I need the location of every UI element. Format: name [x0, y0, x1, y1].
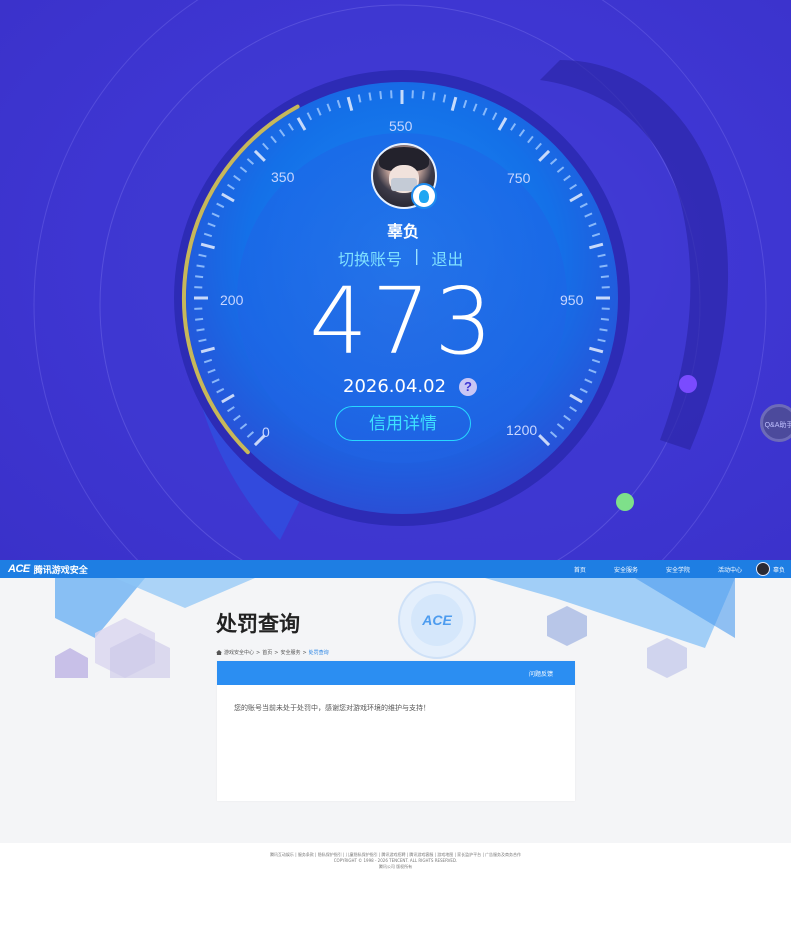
- gauge-tick-mark: [432, 92, 436, 101]
- svg-text:ACE: ACE: [421, 612, 452, 628]
- footer-company: 腾讯公司 版权所有: [378, 864, 413, 869]
- home-icon: [216, 650, 222, 655]
- nav-activity-center[interactable]: 活动中心: [718, 565, 742, 574]
- nav-user-name: 辜负: [772, 567, 785, 574]
- gauge-tick-mark: [421, 91, 425, 100]
- breadcrumb-item[interactable]: 游戏安全中心: [224, 649, 254, 656]
- card-header: 问题反馈: [217, 661, 575, 685]
- separator: |: [414, 246, 420, 265]
- breadcrumb-sep: >: [274, 649, 279, 656]
- breadcrumb-item[interactable]: 首页: [262, 649, 272, 656]
- score-date: 2026.04.02: [343, 376, 447, 397]
- gauge-tick-550: 550: [389, 118, 413, 134]
- qq-icon: [413, 185, 435, 207]
- result-card: 问题反馈 您的账号当前未处于处罚中，感谢您对游戏环境的维护与支持！: [217, 661, 575, 801]
- penalty-status-message: 您的账号当前未处于处罚中，感谢您对游戏环境的维护与支持！: [234, 704, 430, 712]
- logo-text: 腾讯游戏安全: [33, 565, 88, 576]
- credit-detail-button[interactable]: 信用详情: [335, 406, 471, 441]
- gauge-tick-mark: [599, 264, 608, 268]
- penalty-query-page: ACE 处罚查询 游戏安全中心 > 首页 > 安全服务 > 处罚查询 问题反馈 …: [0, 578, 791, 843]
- switch-account-link[interactable]: 切换账号: [338, 246, 402, 270]
- breadcrumb: 游戏安全中心 > 首页 > 安全服务 > 处罚查询: [216, 649, 329, 656]
- breadcrumb-sep: >: [302, 649, 307, 656]
- breadcrumb-current: 处罚查询: [308, 650, 329, 656]
- nav-security-service[interactable]: 安全服务: [614, 565, 638, 574]
- nav-home[interactable]: 首页: [574, 565, 586, 574]
- feedback-link[interactable]: 问题反馈: [529, 669, 553, 678]
- nav-user[interactable]: 辜负: [755, 562, 785, 576]
- top-nav-bar: ACE 腾讯游戏安全 首页 安全服务 安全学院 活动中心 辜负: [0, 560, 791, 578]
- user-avatar-icon: [755, 562, 770, 576]
- help-icon[interactable]: ?: [459, 378, 477, 396]
- site-logo[interactable]: ACE 腾讯游戏安全: [8, 562, 88, 576]
- breadcrumb-item[interactable]: 安全服务: [280, 649, 300, 656]
- gauge-tick-0: 0: [262, 424, 270, 440]
- credit-score-panel: 0 200 350 550 750 950 1200 辜负 切换账号 | 退出 …: [0, 0, 791, 560]
- gauge-tick-mark: [379, 91, 383, 100]
- assistant-badge[interactable]: Q&A助手: [760, 404, 791, 442]
- gauge-tick-1200: 1200: [506, 422, 538, 438]
- ace-logo-mark: ACE: [8, 563, 30, 575]
- account-actions: 切换账号 | 退出: [338, 246, 463, 270]
- gauge-tick-mark: [196, 264, 205, 268]
- nickname: 辜负: [386, 222, 419, 241]
- footer: 腾讯互动娱乐 | 服务条款 | 隐私保护指引 | 儿童隐私保护指引 | 腾讯游戏…: [0, 852, 791, 870]
- credit-score: 473: [309, 268, 497, 375]
- nav-security-academy[interactable]: 安全学院: [666, 565, 690, 574]
- gauge-tick-350: 350: [271, 169, 295, 185]
- gauge-tick-750: 750: [507, 170, 531, 186]
- gauge-tick-mark: [368, 92, 372, 101]
- nav-menu: 首页 安全服务 安全学院 活动中心 辜负: [546, 560, 791, 578]
- page-title: 处罚查询: [216, 612, 300, 636]
- breadcrumb-sep: >: [256, 649, 261, 656]
- logout-link[interactable]: 退出: [431, 246, 463, 270]
